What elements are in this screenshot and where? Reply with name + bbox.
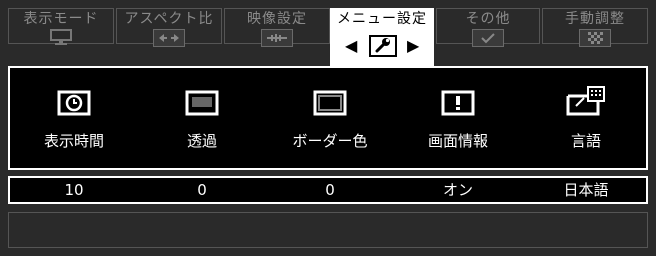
values-row: 10 0 0 オン 日本語 <box>8 176 648 204</box>
tab-bar: 表示モード アスペクト比 映像設定 メニュー設定 ◀ ▶ その他 手動調整 <box>8 8 648 66</box>
menu-item-transparency[interactable]: 透過 <box>138 68 266 168</box>
tab-label: 手動調整 <box>565 11 625 27</box>
menu-item-label: 画面情報 <box>427 132 488 150</box>
menu-item-label: 表示時間 <box>43 132 104 150</box>
menu-item-label: 透過 <box>186 132 217 150</box>
tab-label: アスペクト比 <box>124 11 214 27</box>
tab-label: メニュー設定 <box>337 11 427 27</box>
menu-item-display-time[interactable]: 表示時間 <box>10 68 138 168</box>
menu-item-label: ボーダー色 <box>292 132 368 150</box>
menu-item-language[interactable]: 言語 <box>522 68 650 168</box>
checkmark-icon <box>472 29 504 47</box>
value-language: 日本語 <box>563 181 609 199</box>
menu-item-screen-info[interactable]: 画面情報 <box>394 68 522 168</box>
value-border-color: 0 <box>325 181 335 199</box>
menu-item-label: 言語 <box>570 132 601 150</box>
value-transparency: 0 <box>197 181 207 199</box>
picture-adjust-icon <box>261 29 293 47</box>
transparency-icon <box>185 90 219 116</box>
tab-prev-arrow[interactable]: ◀ <box>345 36 357 55</box>
language-icon <box>566 86 605 116</box>
tab-manual-adjust[interactable]: 手動調整 <box>542 8 648 47</box>
tab-display-mode[interactable]: 表示モード <box>8 8 114 45</box>
monitor-icon <box>50 29 72 45</box>
menu-item-border-color[interactable]: ボーダー色 <box>266 68 394 168</box>
value-display-time: 10 <box>64 181 84 199</box>
tab-next-arrow[interactable]: ▶ <box>407 36 419 55</box>
tab-picture-settings[interactable]: 映像設定 <box>224 8 330 47</box>
checkerboard-icon <box>579 29 611 47</box>
menu-settings-panel: 表示時間 透過 ボーダー色 画面情報 言語 <box>8 66 648 170</box>
wrench-icon <box>369 35 397 57</box>
status-bar <box>8 212 648 248</box>
value-screen-info: オン <box>442 181 473 199</box>
clock-icon <box>57 90 91 116</box>
tab-other[interactable]: その他 <box>436 8 540 47</box>
border-color-icon <box>313 90 347 116</box>
aspect-arrows-icon <box>153 29 185 47</box>
tab-label: その他 <box>465 11 511 27</box>
tab-aspect-ratio[interactable]: アスペクト比 <box>116 8 222 47</box>
info-icon <box>441 90 475 116</box>
tab-label: 映像設定 <box>247 11 307 27</box>
tab-label: 表示モード <box>23 11 99 27</box>
tab-menu-settings[interactable]: メニュー設定 ◀ ▶ <box>330 8 434 66</box>
